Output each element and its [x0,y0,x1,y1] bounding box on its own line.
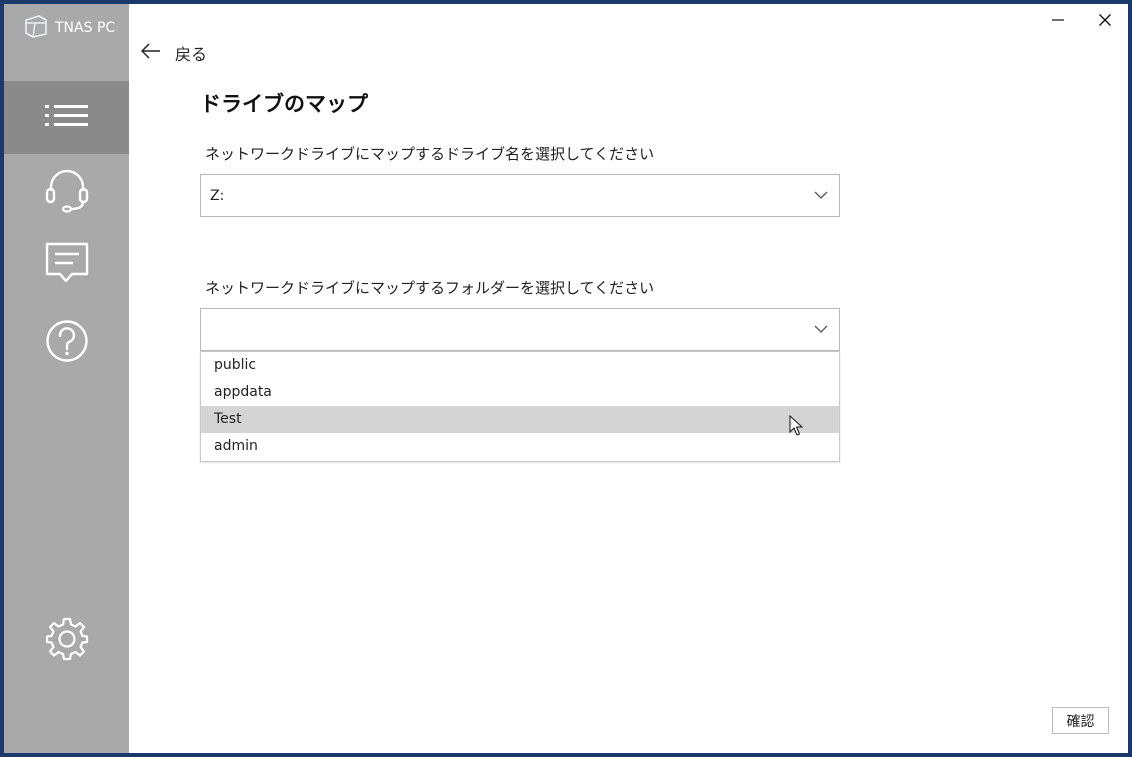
chevron-down-icon [813,321,829,337]
sidebar: TNAS PC [4,4,129,753]
chevron-down-icon [813,187,829,203]
tnas-logo-icon [23,14,49,42]
folder-option[interactable]: admin [201,433,839,460]
folder-label: ネットワークドライブにマップするフォルダーを選択してください [205,279,655,297]
minimize-button[interactable] [1035,4,1081,36]
mouse-pointer-icon [789,414,804,441]
page-title: ドライブのマップ [200,92,368,116]
main-content: 戻る ドライブのマップ ネットワークドライブにマップするドライブ名を選択してくだ… [129,4,1128,753]
drive-letter-select[interactable]: Z: [200,174,840,217]
drive-letter-label: ネットワークドライブにマップするドライブ名を選択してください [205,145,655,163]
headset-icon [45,167,89,217]
minimize-icon [1052,11,1064,30]
back-button[interactable]: 戻る [140,40,208,66]
close-icon [1099,11,1111,30]
folder-option[interactable]: appdata [201,379,839,406]
folder-option[interactable]: public [201,352,839,379]
help-icon [45,319,89,367]
sidebar-item-feedback[interactable] [4,229,129,302]
brand-name: TNAS PC [55,20,116,36]
drive-letter-value: Z: [210,188,225,204]
sidebar-item-settings[interactable] [4,604,129,677]
sidebar-item-help[interactable] [4,306,129,379]
folder-select[interactable] [200,308,840,351]
brand: TNAS PC [23,14,115,42]
confirm-button[interactable]: 確認 [1052,707,1109,734]
folder-dropdown-list: public appdata Test admin [200,351,840,462]
message-icon [45,242,89,290]
back-arrow-icon [140,43,161,63]
app-window: TNAS PC 戻る ドライブのマップ ネットワークドライブにマップするドライブ… [4,4,1128,753]
sidebar-item-list[interactable] [4,81,129,154]
list-icon [44,103,90,133]
folder-option[interactable]: Test [201,406,839,433]
sidebar-item-support[interactable] [4,155,129,228]
close-button[interactable] [1082,4,1128,36]
gear-icon [45,617,89,665]
back-label: 戻る [175,45,208,64]
